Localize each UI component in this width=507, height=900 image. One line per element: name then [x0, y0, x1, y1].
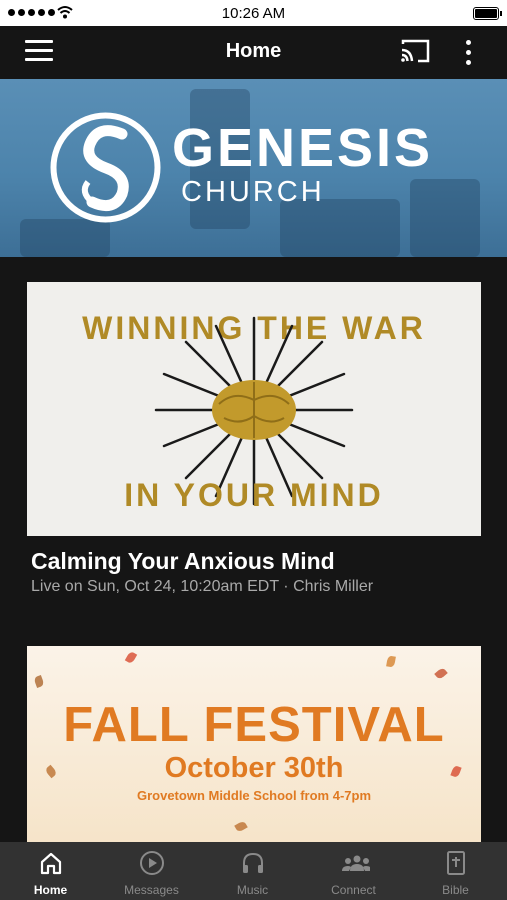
event-date: October 30th [164, 752, 344, 784]
tab-messages[interactable]: Messages [101, 842, 202, 900]
status-time: 10:26 AM [221, 5, 286, 22]
brand-name: GENESIS [172, 118, 434, 178]
event-location: Grovetown Middle School from 4-7pm [136, 788, 372, 803]
church-logo-icon [50, 112, 161, 223]
cast-icon[interactable] [399, 38, 431, 64]
tab-music[interactable]: Music [202, 842, 303, 900]
tab-connect[interactable]: Connect [303, 842, 404, 900]
play-circle-icon [140, 851, 164, 875]
more-vertical-icon[interactable] [458, 38, 478, 66]
church-banner: GENESIS CHURCH [0, 79, 507, 257]
headphones-icon [243, 852, 263, 873]
status-bar: 10:26 AM [0, 0, 507, 26]
sermon-meta: Live on Sun, Oct 24, 10:20am EDT · Chris… [31, 578, 374, 595]
people-icon [342, 855, 370, 871]
sermon-card-image[interactable]: WINNING THE WAR IN YOUR MIND [27, 282, 481, 536]
sermon-image-line2: IN YOUR MIND [124, 477, 384, 513]
tab-connect-label: Connect [331, 883, 376, 897]
event-card-image[interactable]: FALL FESTIVAL October 30th Grovetown Mid… [27, 646, 481, 842]
tab-music-label: Music [236, 883, 269, 897]
sermon-title[interactable]: Calming Your Anxious Mind [31, 548, 335, 575]
app-header: Home [0, 26, 507, 78]
tab-messages-label: Messages [124, 883, 179, 897]
bible-icon [447, 851, 465, 875]
tab-bible[interactable]: Bible [405, 842, 506, 900]
tab-home[interactable]: Home [0, 842, 101, 900]
bottom-tab-bar: Home Messages Music Connect Bible [0, 842, 507, 900]
tab-home-label: Home [33, 883, 68, 897]
tab-bible-label: Bible [442, 883, 469, 897]
home-icon [40, 852, 62, 875]
event-title: FALL FESTIVAL [63, 698, 445, 752]
brand-subtitle: CHURCH [181, 176, 325, 208]
battery-icon [473, 7, 502, 20]
